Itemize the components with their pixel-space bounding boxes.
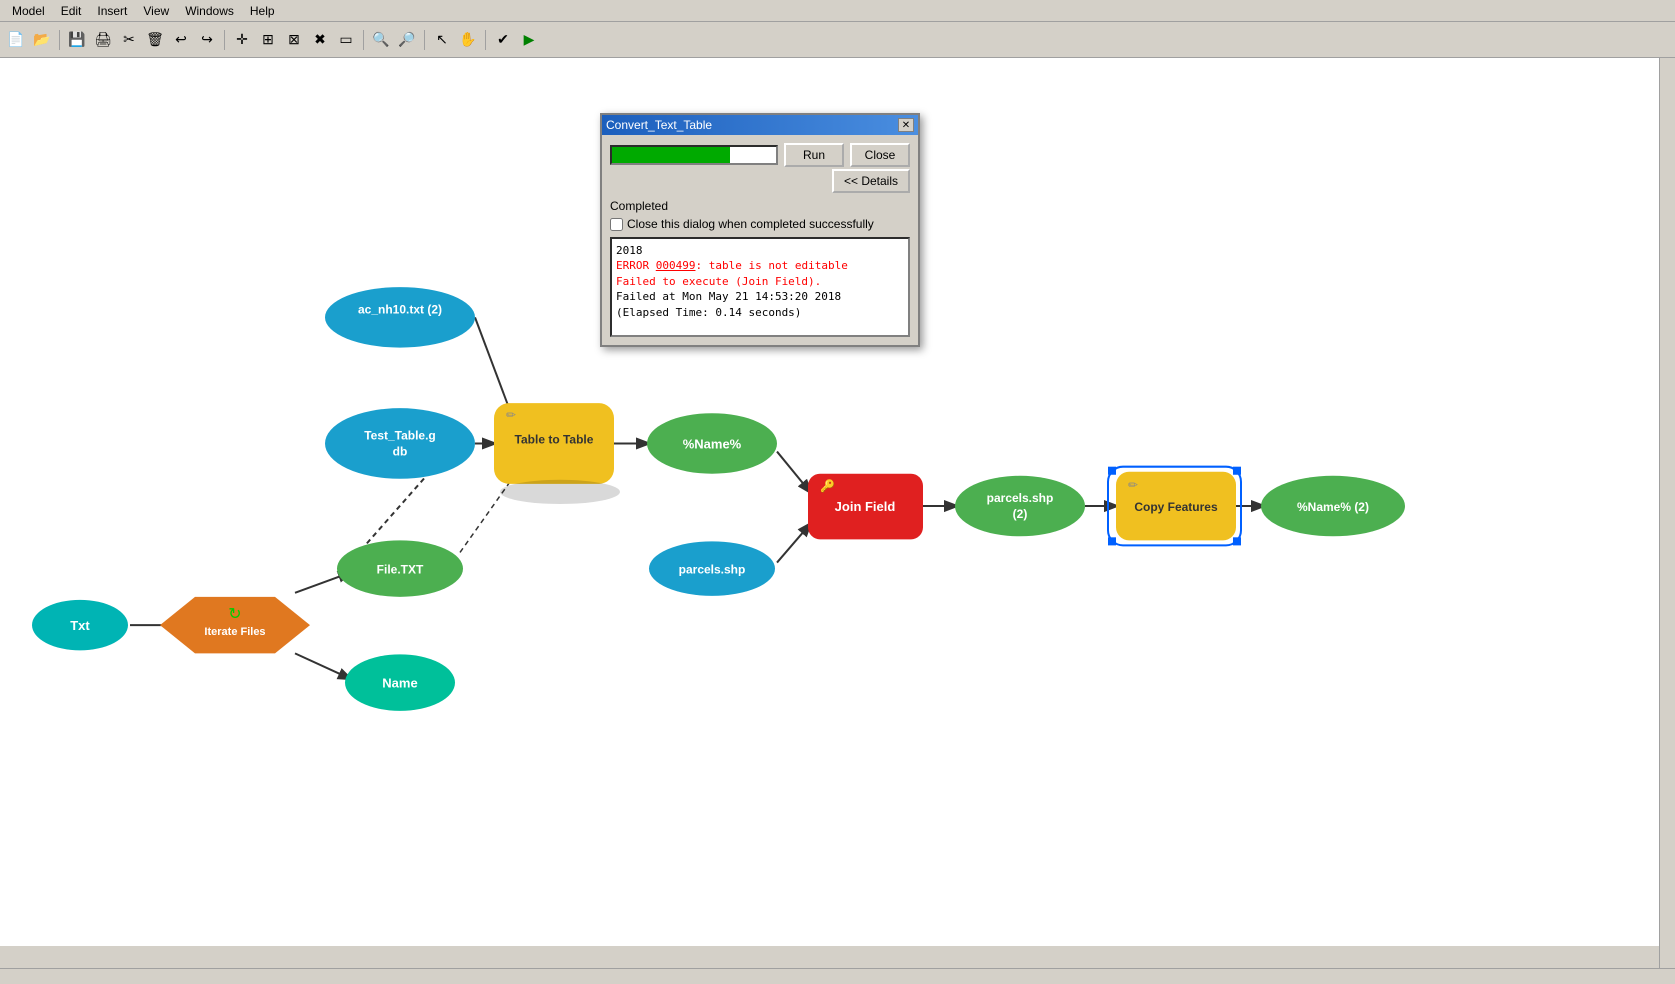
details-button[interactable]: << Details xyxy=(832,169,910,193)
rect-button[interactable]: ▭ xyxy=(334,28,358,52)
scrollbar-bottom[interactable] xyxy=(0,968,1675,984)
close-button[interactable]: Close xyxy=(850,143,910,167)
zoom-out-button[interactable]: 🔎 xyxy=(395,28,419,52)
status-text: Completed xyxy=(610,199,910,213)
dialog-title: Convert_Text_Table xyxy=(606,118,712,132)
svg-text:Txt: Txt xyxy=(70,618,90,633)
close-when-done-checkbox[interactable] xyxy=(610,218,623,231)
menu-model[interactable]: Model xyxy=(4,2,53,20)
menubar: Model Edit Insert View Windows Help xyxy=(0,0,1675,22)
run-button[interactable]: Run xyxy=(784,143,844,167)
redo-button[interactable]: ↪ xyxy=(195,28,219,52)
scrollbar-right[interactable] xyxy=(1659,58,1675,968)
menu-help[interactable]: Help xyxy=(242,2,283,20)
progress-bar-container xyxy=(610,145,778,165)
details-row: << Details xyxy=(610,169,910,193)
menu-insert[interactable]: Insert xyxy=(89,2,135,20)
run-button[interactable]: ▶ xyxy=(517,28,541,52)
error-link[interactable]: 000499 xyxy=(656,259,696,272)
svg-text:Join Field: Join Field xyxy=(835,499,896,514)
svg-text:↻: ↻ xyxy=(228,605,241,623)
toolbar: 📄 📂 💾 🖨 ✂ 🗑 ↩ ↪ ✛ ⊞ ⊠ ✖ ▭ 🔍 🔎 ↖ ✋ ✔ ▶ xyxy=(0,22,1675,58)
validate-button[interactable]: ✔ xyxy=(491,28,515,52)
checkbox-row: Close this dialog when completed success… xyxy=(610,217,910,231)
sep4 xyxy=(424,30,425,50)
shadow-table xyxy=(500,480,620,504)
svg-text:✏: ✏ xyxy=(1128,478,1138,492)
print-button[interactable]: 🖨 xyxy=(91,28,115,52)
log-line-4: (Elapsed Time: 0.14 seconds) xyxy=(616,305,904,320)
handle-br xyxy=(1233,537,1241,545)
svg-text:Iterate Files: Iterate Files xyxy=(204,626,265,638)
sep1 xyxy=(59,30,60,50)
svg-text:%Name%: %Name% xyxy=(683,436,742,451)
sep3 xyxy=(363,30,364,50)
node-parcels-shp2[interactable] xyxy=(955,476,1085,537)
zoom-in-button[interactable]: 🔍 xyxy=(369,28,393,52)
dialog-close-button[interactable]: ✕ xyxy=(898,118,914,132)
svg-text:File.TXT: File.TXT xyxy=(377,563,424,577)
open-button[interactable]: 📂 xyxy=(30,28,54,52)
dialog-titlebar: Convert_Text_Table ✕ xyxy=(602,115,918,135)
svg-text:parcels.shp: parcels.shp xyxy=(679,563,746,577)
svg-text:Copy Features: Copy Features xyxy=(1134,500,1218,514)
handle-tr xyxy=(1233,467,1241,475)
dialog-controls-row: Run Close xyxy=(610,143,910,167)
svg-text:ac_nh10.txt (2): ac_nh10.txt (2) xyxy=(358,302,442,316)
connect-button[interactable]: ⊠ xyxy=(282,28,306,52)
pointer-button[interactable]: ↖ xyxy=(430,28,454,52)
new-button[interactable]: 📄 xyxy=(4,28,28,52)
handle-bl xyxy=(1108,537,1116,545)
progress-bar-fill xyxy=(612,147,730,163)
delete-button[interactable]: 🗑 xyxy=(143,28,167,52)
menu-windows[interactable]: Windows xyxy=(177,2,242,20)
select-button[interactable]: ✖ xyxy=(308,28,332,52)
menu-edit[interactable]: Edit xyxy=(53,2,90,20)
log-line-3: Failed at Mon May 21 14:53:20 2018 xyxy=(616,289,904,304)
pan-button[interactable]: ✋ xyxy=(456,28,480,52)
dialog-body: Run Close << Details Completed Close thi… xyxy=(602,135,918,345)
undo-button[interactable]: ↩ xyxy=(169,28,193,52)
sep2 xyxy=(224,30,225,50)
log-line-1: ERROR 000499: table is not editable xyxy=(616,258,904,273)
canvas-area: ac_nh10.txt (2) Test_Table.g db File.TXT… xyxy=(0,58,1659,946)
log-line-2: Failed to execute (Join Field). xyxy=(616,274,904,289)
node-ac-nh10[interactable] xyxy=(325,287,475,348)
svg-text:✏: ✏ xyxy=(506,408,516,422)
sep5 xyxy=(485,30,486,50)
svg-text:Name: Name xyxy=(382,676,417,691)
handle-tl xyxy=(1108,467,1116,475)
save-button[interactable]: 💾 xyxy=(65,28,89,52)
cut-button[interactable]: ✂ xyxy=(117,28,141,52)
node-test-table[interactable] xyxy=(325,408,475,479)
menu-view[interactable]: View xyxy=(135,2,177,20)
add-button[interactable]: ✛ xyxy=(230,28,254,52)
log-area[interactable]: 2018 ERROR 000499: table is not editable… xyxy=(610,237,910,337)
svg-text:(2): (2) xyxy=(1013,507,1028,521)
svg-text:🔑: 🔑 xyxy=(820,478,835,494)
svg-text:Test_Table.g: Test_Table.g xyxy=(364,428,436,442)
svg-text:Table to Table: Table to Table xyxy=(515,432,594,446)
convert-dialog: Convert_Text_Table ✕ Run Close << Detail… xyxy=(600,113,920,347)
svg-text:parcels.shp: parcels.shp xyxy=(987,491,1054,505)
checkbox-label: Close this dialog when completed success… xyxy=(627,217,874,231)
grid-button[interactable]: ⊞ xyxy=(256,28,280,52)
svg-text:db: db xyxy=(393,445,408,459)
log-line-0: 2018 xyxy=(616,243,904,258)
svg-text:%Name% (2): %Name% (2) xyxy=(1297,500,1369,514)
